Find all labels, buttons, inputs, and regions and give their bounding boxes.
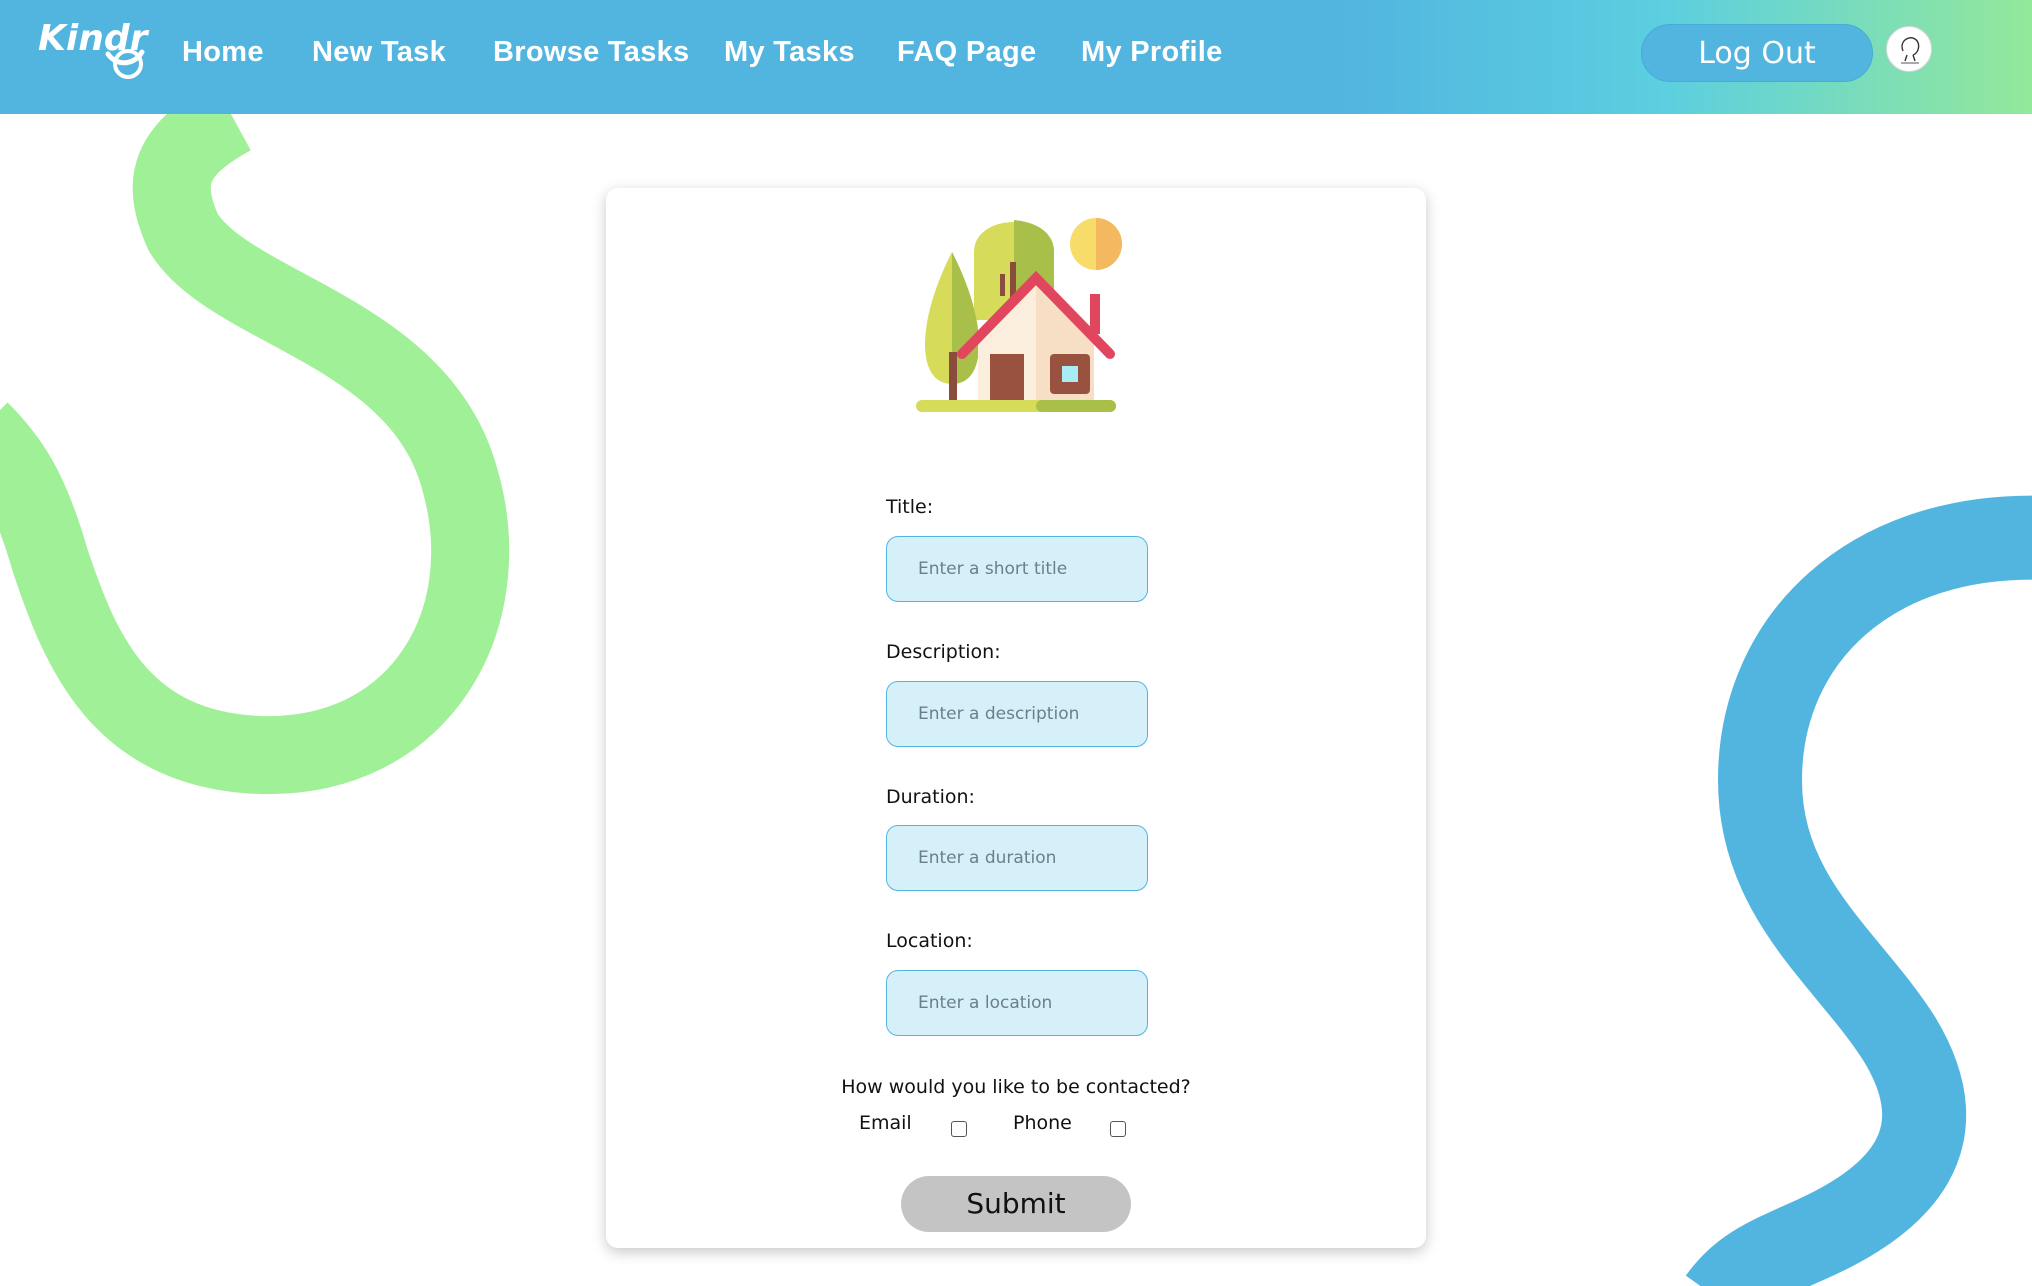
avatar[interactable] — [1886, 26, 1932, 72]
location-label: Location: — [886, 930, 973, 952]
description-input[interactable] — [886, 681, 1148, 747]
blue-swirl-decoration — [1685, 495, 2032, 1286]
title-input[interactable] — [886, 536, 1148, 602]
title-label: Title: — [886, 496, 934, 518]
nav-link-home[interactable]: Home — [182, 36, 264, 69]
duration-label: Duration: — [886, 786, 975, 808]
avatar-sketch-icon — [1901, 37, 1920, 64]
description-label: Description: — [886, 641, 1001, 663]
submit-button[interactable]: Submit — [901, 1176, 1131, 1232]
nav-link-faq-page[interactable]: FAQ Page — [897, 36, 1036, 69]
email-option-label: Email — [859, 1112, 912, 1134]
phone-option-label: Phone — [1013, 1112, 1072, 1134]
phone-checkbox[interactable] — [1110, 1121, 1126, 1137]
new-task-form-card: Title: Description: Duration: Location: … — [606, 188, 1426, 1248]
house-illustration-icon — [916, 218, 1122, 412]
location-input[interactable] — [886, 970, 1148, 1036]
duration-input[interactable] — [886, 825, 1148, 891]
email-checkbox[interactable] — [951, 1121, 967, 1137]
nav-link-new-task[interactable]: New Task — [312, 36, 446, 69]
nav-link-browse-tasks[interactable]: Browse Tasks — [493, 36, 690, 69]
contact-question: How would you like to be contacted? — [841, 1076, 1191, 1098]
logout-button[interactable]: Log Out — [1641, 24, 1873, 82]
kindr-logo[interactable]: Kindr — [38, 16, 162, 82]
top-navbar: Kindr Home New Task Browse Tasks My Task… — [0, 0, 2032, 114]
nav-link-my-tasks[interactable]: My Tasks — [724, 36, 855, 69]
nav-link-my-profile[interactable]: My Profile — [1081, 36, 1223, 69]
